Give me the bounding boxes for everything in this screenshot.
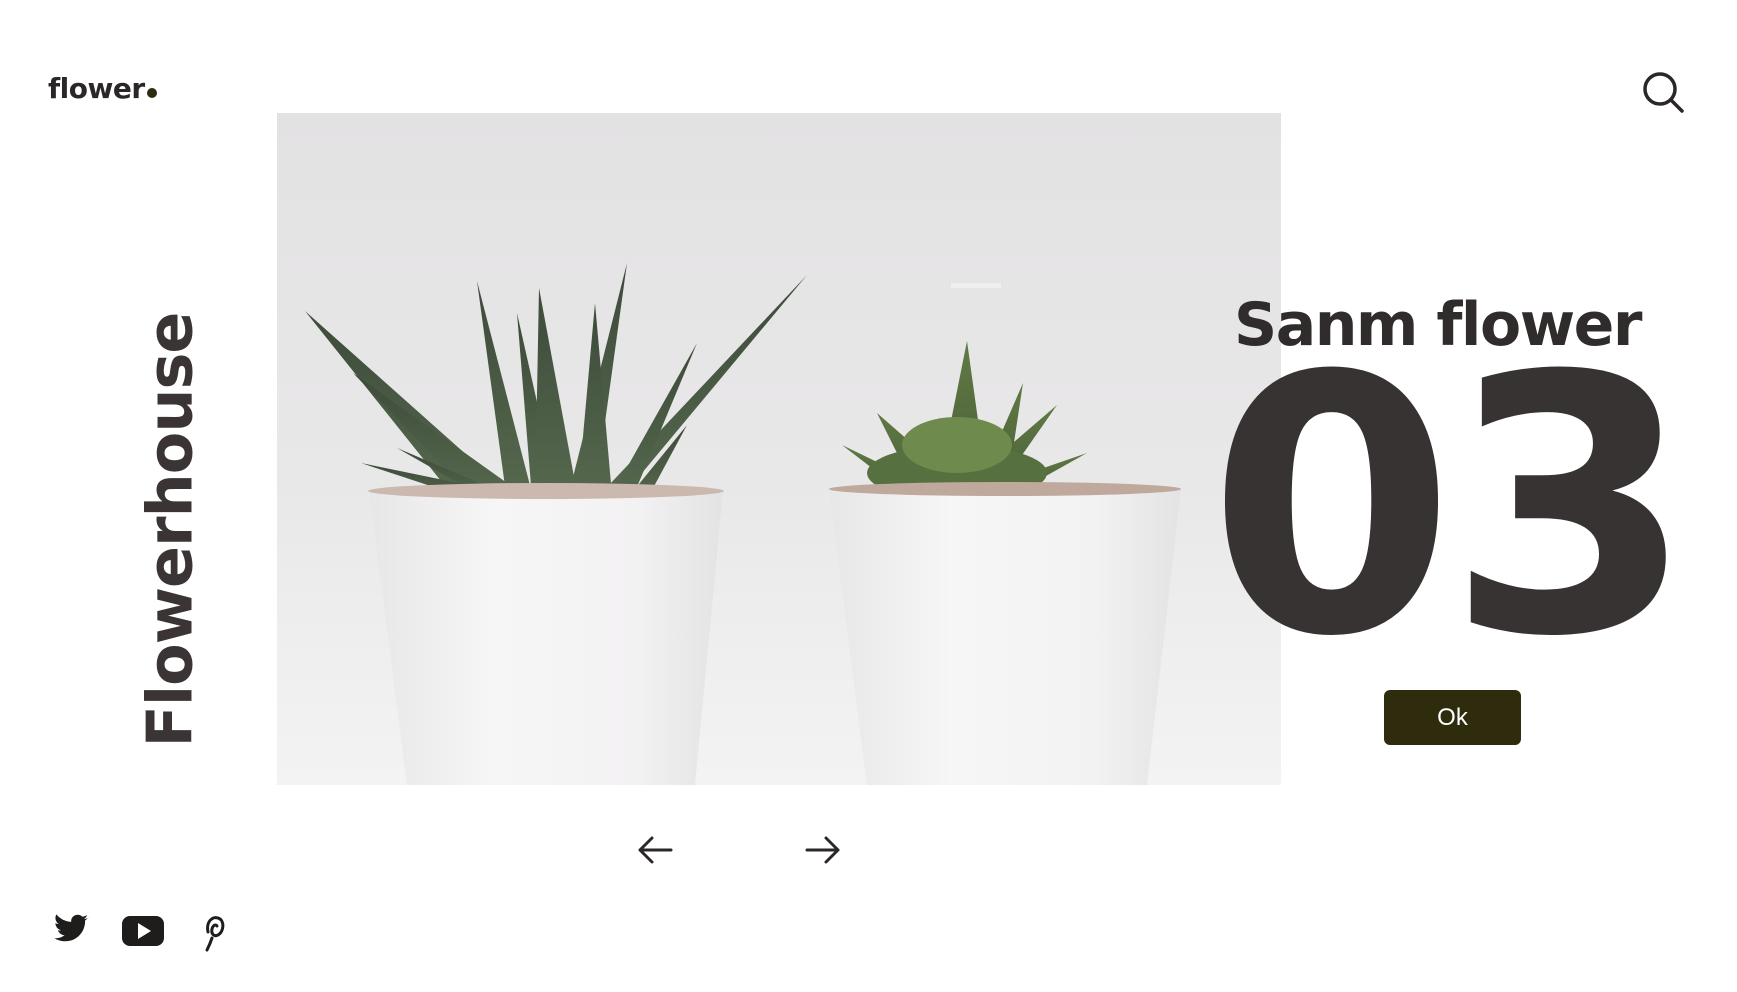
slide-number: 03 [1208,300,1694,714]
logo[interactable]: flower [48,72,157,105]
twitter-icon[interactable] [52,908,90,952]
hero-image [277,113,1281,785]
logo-dot [146,88,157,98]
search-icon[interactable] [1641,70,1685,114]
arrow-left-icon[interactable] [635,832,675,868]
ok-button[interactable]: Ok [1384,690,1521,745]
logo-text: flower [48,72,145,105]
arrow-right-icon[interactable] [803,832,843,868]
pinterest-icon[interactable] [200,908,228,952]
vertical-brand-title: Flowerhouse [133,312,207,748]
youtube-icon[interactable] [121,908,165,952]
